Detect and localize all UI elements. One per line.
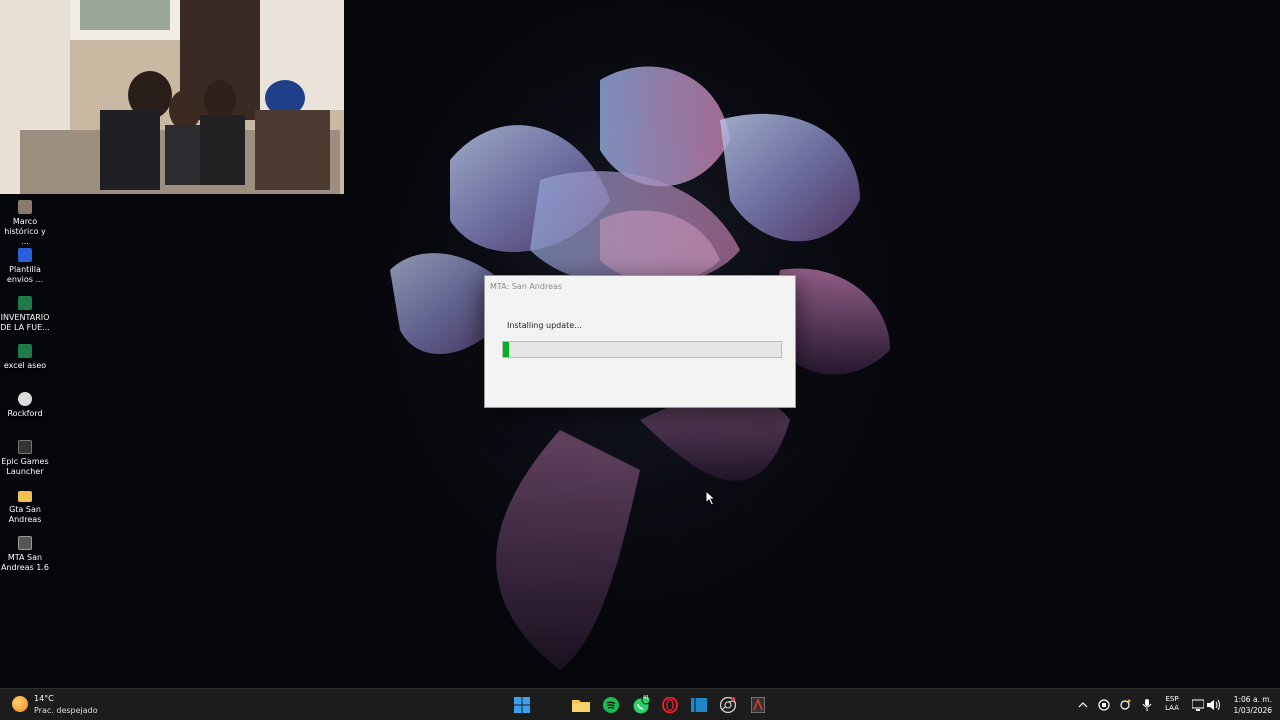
weather-temperature: 14°C bbox=[34, 694, 54, 703]
tray-microphone[interactable] bbox=[1140, 698, 1154, 712]
tray-app-1[interactable] bbox=[1097, 698, 1111, 712]
sync-icon bbox=[1120, 699, 1131, 710]
folder-icon bbox=[18, 491, 32, 502]
spotify-icon bbox=[603, 697, 619, 713]
excel-file-icon bbox=[18, 344, 32, 358]
taskbar-spotify[interactable] bbox=[601, 695, 621, 715]
chrome-icon bbox=[720, 697, 736, 713]
mta-app-icon bbox=[18, 536, 32, 550]
rockford-app-icon bbox=[18, 392, 32, 406]
progress-bar-fill bbox=[503, 342, 509, 357]
desktop: Marco histórico y ... Plantilla envios .… bbox=[0, 0, 1280, 688]
update-progress-bar bbox=[502, 341, 782, 358]
clock-time: 1:06 a. m. bbox=[1233, 695, 1272, 704]
network-icon bbox=[1192, 699, 1204, 711]
show-hidden-icons[interactable] bbox=[1076, 698, 1090, 712]
microphone-icon bbox=[1142, 699, 1152, 711]
word-document-icon bbox=[18, 248, 32, 262]
mta-update-dialog[interactable]: MTA: San Andreas Installing update... bbox=[484, 275, 796, 408]
whatsapp-badge: 41 bbox=[642, 695, 650, 701]
taskbar-chrome[interactable] bbox=[718, 695, 738, 715]
taskbar-app[interactable] bbox=[689, 695, 709, 715]
desktop-icon-mta-san-andreas[interactable]: MTA San Andreas 1.6 bbox=[0, 536, 50, 573]
chevron-up-icon bbox=[1078, 702, 1088, 708]
volume-icon bbox=[1207, 699, 1220, 711]
keyboard-layout: LAA bbox=[1165, 704, 1179, 712]
webcam-overlay bbox=[0, 0, 344, 194]
language-code: ESP bbox=[1165, 695, 1179, 703]
weather-sun-icon bbox=[12, 696, 28, 712]
dialog-message: Installing update... bbox=[507, 321, 582, 330]
tray-app-icon bbox=[1098, 699, 1110, 711]
taskbar-file-explorer[interactable] bbox=[571, 695, 591, 715]
excel-file-icon bbox=[18, 296, 32, 310]
opera-icon bbox=[662, 697, 678, 713]
file-explorer-icon bbox=[572, 700, 590, 712]
image-file-icon bbox=[18, 200, 32, 214]
taskbar: 14°C Prac. despejado 41 ESP LAA 1:06 a. … bbox=[0, 688, 1280, 720]
desktop-icon-epic-games[interactable]: Epic Games Launcher bbox=[0, 440, 50, 477]
taskbar-clock[interactable]: 1:06 a. m. 1/03/2026 bbox=[1226, 694, 1272, 716]
language-indicator[interactable]: ESP LAA bbox=[1160, 695, 1184, 713]
mouse-cursor-icon bbox=[705, 490, 717, 506]
desktop-icon-marco-historico[interactable]: Marco histórico y ... bbox=[0, 200, 50, 247]
taskbar-opera[interactable] bbox=[660, 695, 680, 715]
desktop-icon-inventario[interactable]: INVENTARIO DE LA FUE... bbox=[0, 296, 50, 333]
app-icon bbox=[691, 698, 707, 712]
webcam-video bbox=[0, 0, 344, 194]
tray-volume[interactable] bbox=[1207, 698, 1221, 712]
dialog-title: MTA: San Andreas bbox=[490, 282, 563, 291]
mta-taskbar-icon bbox=[751, 697, 765, 713]
start-button[interactable] bbox=[512, 695, 532, 715]
weather-condition: Prac. despejado bbox=[34, 706, 98, 715]
epic-games-icon bbox=[18, 440, 32, 454]
tray-network[interactable] bbox=[1191, 698, 1205, 712]
windows-start-icon bbox=[514, 697, 530, 713]
taskbar-whatsapp[interactable]: 41 bbox=[631, 695, 651, 715]
tray-sync[interactable] bbox=[1118, 698, 1132, 712]
taskbar-mta[interactable] bbox=[748, 695, 768, 715]
desktop-icon-gta-san-andreas[interactable]: Gta San Andreas bbox=[0, 488, 50, 525]
desktop-icon-plantilla-envios[interactable]: Plantilla envios ... bbox=[0, 248, 50, 285]
desktop-icon-rockford[interactable]: Rockford bbox=[0, 392, 50, 419]
weather-widget[interactable]: 14°C Prac. despejado bbox=[12, 693, 122, 717]
desktop-icon-excel-aseo[interactable]: excel aseo bbox=[0, 344, 50, 371]
clock-date: 1/03/2026 bbox=[1233, 706, 1272, 715]
